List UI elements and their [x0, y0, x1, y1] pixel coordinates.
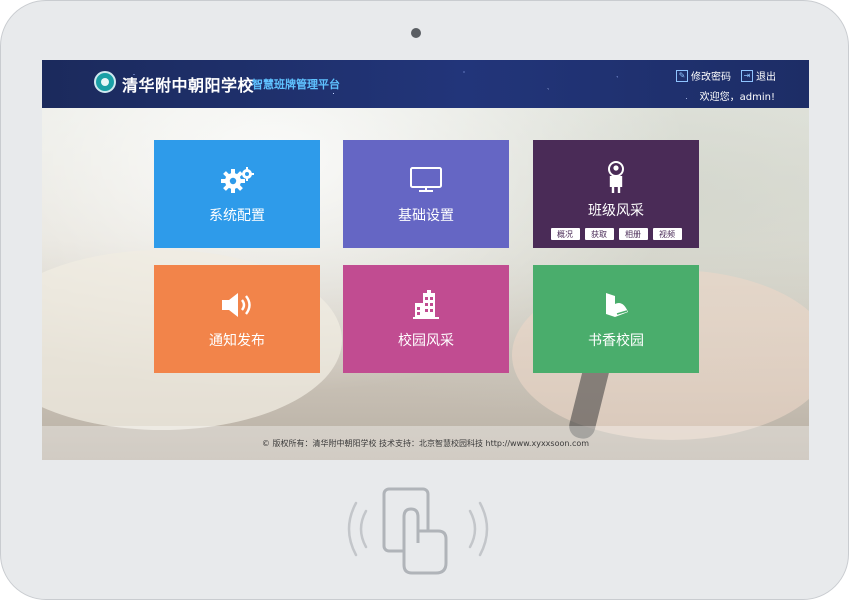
subbutton-fetch[interactable]: 获取 — [584, 228, 614, 240]
app-screen: 清华附中朝阳学校 智慧班牌管理平台 ✎ 修改密码 ⇥ 退出 欢迎您，admin! — [42, 60, 809, 460]
class-showcase-subbuttons: 概况 获取 相册 视频 — [550, 228, 682, 240]
subbutton-overview[interactable]: 概况 — [550, 228, 580, 240]
edit-icon: ✎ — [676, 69, 688, 82]
speaker-icon — [219, 288, 255, 322]
monitor-icon — [409, 163, 443, 197]
tile-scholarly-campus[interactable]: 书香校园 — [533, 265, 699, 373]
subbutton-video[interactable]: 视频 — [652, 228, 682, 240]
welcome-text: 欢迎您，admin! — [699, 92, 775, 103]
tile-label: 通知发布 — [209, 333, 265, 349]
copyright-footer: © 版权所有：清华附中朝阳学校 技术支持：北京智慧校园科技 http://www… — [42, 426, 809, 460]
logout-label: 退出 — [756, 72, 776, 83]
logout-icon: ⇥ — [741, 69, 753, 82]
tile-label: 班级风采 — [588, 203, 644, 219]
tile-class-showcase[interactable]: 班级风采 概况 获取 相册 视频 — [533, 140, 699, 248]
gears-icon — [219, 163, 255, 197]
school-logo-icon — [94, 71, 116, 93]
platform-name: 智慧班牌管理平台 — [252, 78, 340, 91]
logout-link[interactable]: ⇥ 退出 — [741, 68, 776, 83]
school-name: 清华附中朝阳学校 — [122, 76, 255, 95]
tile-basic-settings[interactable]: 基础设置 — [343, 140, 509, 248]
tile-label: 基础设置 — [398, 208, 454, 224]
tile-system-config[interactable]: 系统配置 — [154, 140, 320, 248]
building-icon — [411, 288, 441, 322]
tablet-frame: 清华附中朝阳学校 智慧班牌管理平台 ✎ 修改密码 ⇥ 退出 欢迎您，admin! — [0, 0, 849, 600]
nfc-card-icon — [338, 481, 498, 581]
change-password-label: 修改密码 — [691, 72, 731, 83]
book-icon — [601, 288, 631, 322]
tile-notice-publish[interactable]: 通知发布 — [154, 265, 320, 373]
tile-label: 系统配置 — [209, 208, 265, 224]
change-password-link[interactable]: ✎ 修改密码 — [676, 68, 731, 83]
app-header: 清华附中朝阳学校 智慧班牌管理平台 ✎ 修改密码 ⇥ 退出 欢迎您，admin! — [42, 60, 809, 108]
tile-label: 书香校园 — [588, 333, 644, 349]
tile-label: 校园风采 — [398, 333, 454, 349]
tile-campus-showcase[interactable]: 校园风采 — [343, 265, 509, 373]
subbutton-album[interactable]: 相册 — [618, 228, 648, 240]
camera-dot — [411, 28, 421, 38]
person-icon — [604, 160, 628, 194]
